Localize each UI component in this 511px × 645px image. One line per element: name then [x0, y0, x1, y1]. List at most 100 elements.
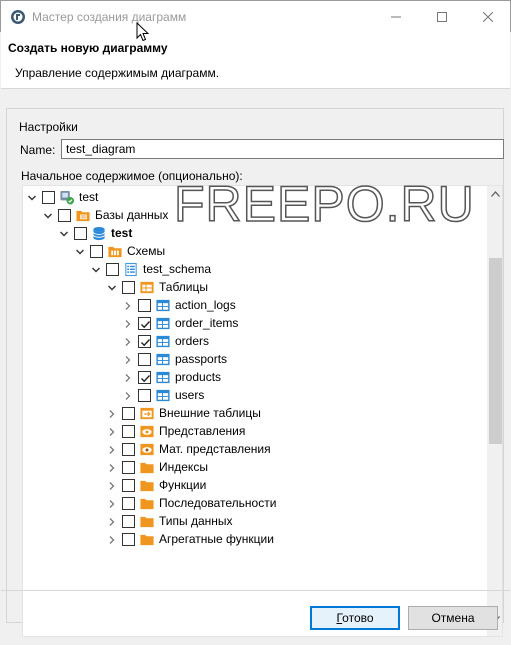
maximize-button[interactable] [419, 1, 465, 32]
tree-item-checkbox[interactable] [122, 443, 135, 456]
tree-item-checkbox[interactable] [122, 533, 135, 546]
schemas-icon [107, 244, 123, 259]
settings-group: Настройки Name: Начальное содержимое (оп… [6, 108, 504, 637]
tree-item-checkbox[interactable] [138, 317, 151, 330]
chevron-right-icon[interactable] [107, 426, 117, 436]
header-title: Создать новую диаграмму [8, 41, 168, 55]
chevron-right-icon[interactable] [123, 318, 133, 328]
foreign-tables-icon [139, 406, 155, 421]
tree-item-label: Индексы [159, 460, 208, 474]
tree-item-checkbox[interactable] [90, 245, 103, 258]
finish-button[interactable]: Готово [310, 606, 400, 630]
chevron-right-icon[interactable] [107, 534, 117, 544]
tree-item[interactable]: passports [23, 350, 487, 368]
table-icon [155, 298, 171, 313]
tree-item[interactable]: test [23, 224, 487, 242]
tree-item-checkbox[interactable] [122, 479, 135, 492]
tree-item-checkbox[interactable] [138, 299, 151, 312]
tree-item-label: test [79, 190, 99, 204]
content-tree[interactable]: test Базы данных test Схемы test_schema Табли… [22, 185, 503, 637]
tree-item[interactable]: test_schema [23, 260, 487, 278]
connection-icon [59, 190, 75, 205]
tree-item-checkbox[interactable] [42, 191, 55, 204]
tree-item-checkbox[interactable] [122, 461, 135, 474]
tree-item-checkbox[interactable] [74, 227, 87, 240]
tree-item[interactable]: Внешние таблицы [23, 404, 487, 422]
folder-icon [139, 478, 155, 493]
tree-item[interactable]: Индексы [23, 458, 487, 476]
tree-item-checkbox[interactable] [138, 335, 151, 348]
close-button[interactable] [465, 1, 511, 32]
tree-item[interactable]: test [23, 188, 487, 206]
cancel-button-label: Отмена [431, 611, 475, 625]
tree-item-label: action_logs [175, 298, 236, 312]
tree-item-checkbox[interactable] [122, 425, 135, 438]
chevron-right-icon[interactable] [123, 372, 133, 382]
tree-item-label: orders [175, 334, 210, 348]
tree-item[interactable]: Схемы [23, 242, 487, 260]
tree-item[interactable]: Типы данных [23, 512, 487, 530]
tree-item-checkbox[interactable] [138, 353, 151, 366]
tree-scrollbar[interactable] [487, 186, 502, 636]
tree-item[interactable]: orders [23, 332, 487, 350]
tree-item-label: Представления [159, 424, 246, 438]
tree-item-checkbox[interactable] [122, 407, 135, 420]
tree-item[interactable]: Базы данных [23, 206, 487, 224]
name-label: Name: [20, 143, 56, 157]
app-icon [11, 10, 25, 24]
chevron-down-icon[interactable] [59, 228, 69, 238]
chevron-right-icon[interactable] [107, 516, 117, 526]
chevron-right-icon[interactable] [123, 336, 133, 346]
tree-item-checkbox[interactable] [122, 281, 135, 294]
minimize-button[interactable] [373, 1, 419, 32]
tree-item[interactable]: Функции [23, 476, 487, 494]
tree-item-label: order_items [175, 316, 239, 330]
chevron-right-icon[interactable] [107, 480, 117, 490]
cancel-button[interactable]: Отмена [408, 606, 498, 630]
tree-item[interactable]: Представления [23, 422, 487, 440]
chevron-down-icon[interactable] [27, 192, 37, 202]
tree-item[interactable]: products [23, 368, 487, 386]
chevron-down-icon[interactable] [107, 282, 117, 292]
tree-item[interactable]: Последовательности [23, 494, 487, 512]
finish-button-label: Готово [336, 611, 374, 625]
table-icon [155, 370, 171, 385]
tree-item[interactable]: Мат. представления [23, 440, 487, 458]
scroll-thumb[interactable] [489, 258, 502, 444]
folder-icon [139, 460, 155, 475]
mat-views-icon [139, 442, 155, 457]
tree-item[interactable]: Агрегатные функции [23, 530, 487, 548]
tree-item-checkbox[interactable] [106, 263, 119, 276]
chevron-right-icon[interactable] [123, 300, 133, 310]
chevron-right-icon[interactable] [107, 498, 117, 508]
tree-item-checkbox[interactable] [138, 389, 151, 402]
tree-item-checkbox[interactable] [138, 371, 151, 384]
tree-item-label: products [175, 370, 222, 384]
tree-item[interactable]: order_items [23, 314, 487, 332]
views-icon [139, 424, 155, 439]
chevron-down-icon[interactable] [91, 264, 101, 274]
settings-group-label: Настройки [15, 120, 82, 134]
tree-item[interactable]: Таблицы [23, 278, 487, 296]
tree-item-checkbox[interactable] [122, 515, 135, 528]
tree-item-label: Таблицы [159, 280, 209, 294]
chevron-right-icon[interactable] [123, 354, 133, 364]
tree-item[interactable]: action_logs [23, 296, 487, 314]
initial-content-label: Начальное содержимое (опционально): [21, 169, 243, 183]
tree-item-label: test [111, 226, 133, 240]
chevron-right-icon[interactable] [123, 390, 133, 400]
folder-icon [139, 514, 155, 529]
scroll-up-icon[interactable] [491, 191, 500, 197]
window-title: Мастер создания диаграмм [32, 10, 187, 24]
tree-item-checkbox[interactable] [122, 497, 135, 510]
tree-item[interactable]: users [23, 386, 487, 404]
chevron-right-icon[interactable] [107, 408, 117, 418]
chevron-right-icon[interactable] [107, 462, 117, 472]
name-input[interactable] [61, 139, 504, 159]
tree-item-checkbox[interactable] [58, 209, 71, 222]
database-icon [91, 226, 107, 241]
chevron-down-icon[interactable] [43, 210, 53, 220]
footer-divider [1, 590, 510, 591]
chevron-right-icon[interactable] [107, 444, 117, 454]
chevron-down-icon[interactable] [75, 246, 85, 256]
